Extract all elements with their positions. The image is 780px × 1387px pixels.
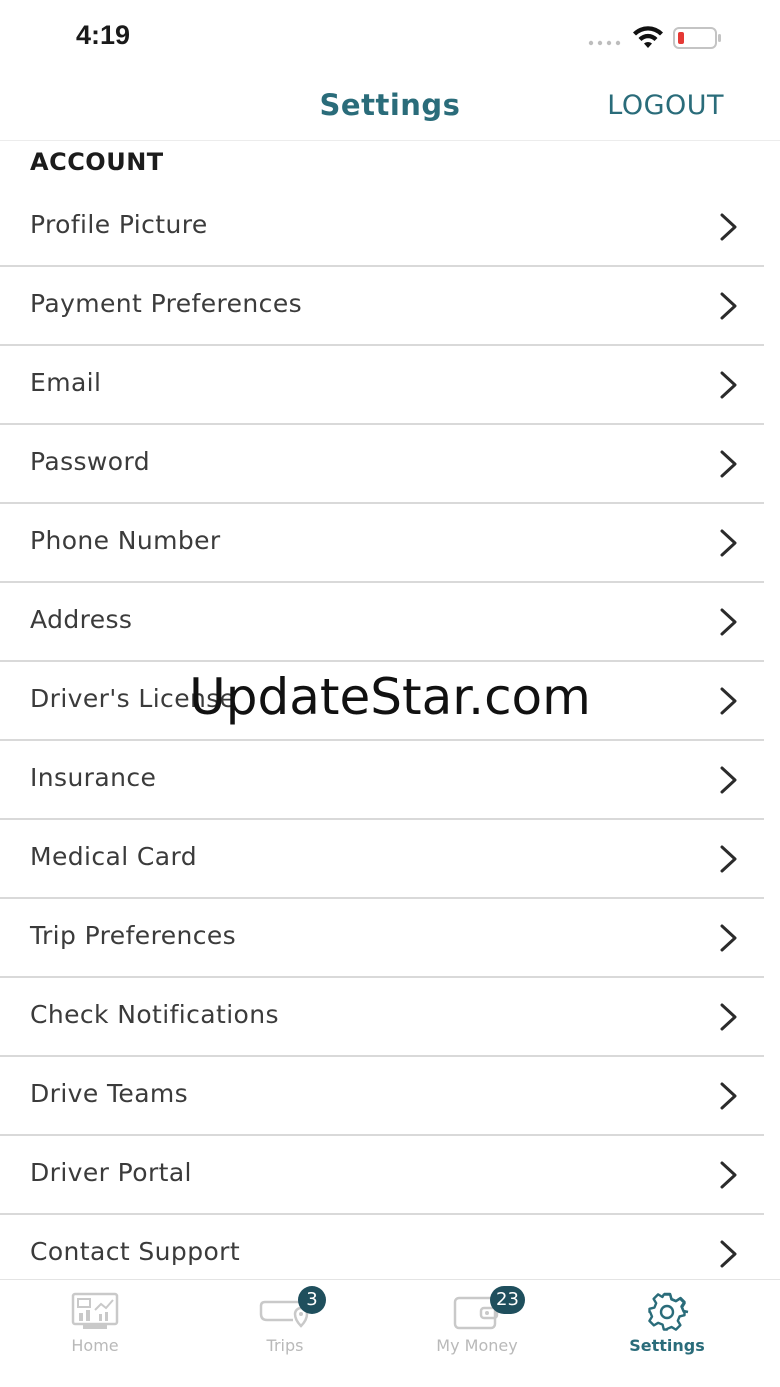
chevron-right-icon <box>720 371 737 399</box>
list-item-profile-picture[interactable]: Profile Picture <box>0 188 764 267</box>
dashboard-icon <box>71 1292 119 1329</box>
list-item-drive-teams[interactable]: Drive Teams <box>0 1057 764 1136</box>
status-bar: 4:19 <box>0 0 780 76</box>
chevron-right-icon <box>720 608 737 636</box>
list-item-label: Profile Picture <box>30 210 208 239</box>
list-item-label: Trip Preferences <box>30 921 237 950</box>
list-item-label: Email <box>30 368 102 397</box>
list-item-label: Password <box>30 447 150 476</box>
list-item-label: Address <box>30 605 133 634</box>
tab-label: Settings <box>629 1336 705 1355</box>
chevron-right-icon <box>720 687 737 715</box>
list-item-trip-preferences[interactable]: Trip Preferences <box>0 899 764 978</box>
list-item-label: Driver Portal <box>30 1158 192 1187</box>
chevron-right-icon <box>720 924 737 952</box>
tab-trips[interactable]: 3 Trips <box>190 1280 380 1387</box>
tab-settings[interactable]: Settings <box>572 1280 762 1387</box>
chevron-right-icon <box>720 766 737 794</box>
chevron-right-icon <box>720 1240 737 1268</box>
section-header-account: ACCOUNT <box>30 148 164 176</box>
list-item-email[interactable]: Email <box>0 346 764 425</box>
chevron-right-icon <box>720 450 737 478</box>
chevron-right-icon <box>720 1161 737 1189</box>
money-badge: 23 <box>490 1286 525 1314</box>
chevron-right-icon <box>720 845 737 873</box>
wifi-icon <box>633 26 663 48</box>
list-item-label: Drive Teams <box>30 1079 189 1108</box>
list-item-medical-card[interactable]: Medical Card <box>0 820 764 899</box>
list-item-address[interactable]: Address <box>0 583 764 662</box>
list-item-password[interactable]: Password <box>0 425 764 504</box>
list-item-label: Payment Preferences <box>30 289 303 318</box>
trips-badge: 3 <box>298 1286 326 1314</box>
list-item-insurance[interactable]: Insurance <box>0 741 764 820</box>
tab-label: My Money <box>436 1336 518 1355</box>
chevron-right-icon <box>720 1082 737 1110</box>
list-item-phone-number[interactable]: Phone Number <box>0 504 764 583</box>
list-item-label: Driver's License <box>30 684 236 713</box>
settings-screen: 4:19 Settings LOGOUT ACCOUNT Profile Pic… <box>0 0 780 1387</box>
tab-label: Trips <box>266 1336 304 1355</box>
list-item-driver-portal[interactable]: Driver Portal <box>0 1136 764 1215</box>
chevron-right-icon <box>720 213 737 241</box>
list-item-check-notifications[interactable]: Check Notifications <box>0 978 764 1057</box>
chevron-right-icon <box>720 292 737 320</box>
tab-label: Home <box>71 1336 119 1355</box>
navigation-bar: Settings LOGOUT <box>0 76 780 141</box>
signal-icon <box>588 40 621 46</box>
list-item-payment-preferences[interactable]: Payment Preferences <box>0 267 764 346</box>
settings-list: Profile Picture Payment Preferences Emai… <box>0 188 764 1292</box>
logout-button[interactable]: LOGOUT <box>607 90 724 121</box>
list-item-label: Insurance <box>30 763 157 792</box>
list-item-label: Check Notifications <box>30 1000 279 1029</box>
gear-icon <box>648 1292 689 1331</box>
tab-my-money[interactable]: 23 My Money <box>382 1280 572 1387</box>
list-item-label: Contact Support <box>30 1237 241 1266</box>
tab-bar: Home 3 Trips 23 My Money Settings <box>0 1279 780 1387</box>
battery-icon <box>673 27 721 49</box>
chevron-right-icon <box>720 529 737 557</box>
list-item-label: Medical Card <box>30 842 198 871</box>
chevron-right-icon <box>720 1003 737 1031</box>
tab-home[interactable]: Home <box>0 1280 190 1387</box>
status-time: 4:19 <box>76 20 131 50</box>
list-item-drivers-license[interactable]: Driver's License <box>0 662 764 741</box>
list-item-label: Phone Number <box>30 526 221 555</box>
